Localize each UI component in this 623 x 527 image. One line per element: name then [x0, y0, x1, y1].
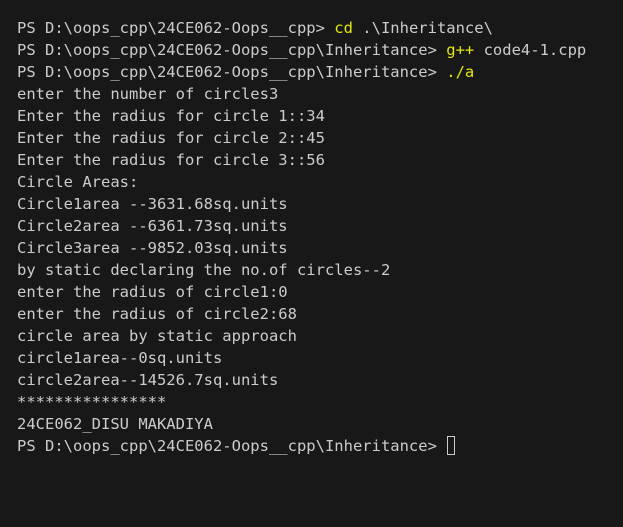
terminal-line-compile: PS D:\oops_cpp\24CE062-Oops__cpp\Inherit… [17, 39, 623, 61]
shell-prompt: PS D:\oops_cpp\24CE062-Oops__cpp\Inherit… [17, 41, 447, 59]
output-line: circle1area--0sq.units [17, 349, 223, 367]
output-line: Enter the radius for circle 3::56 [17, 151, 325, 169]
output-line: 24CE062_DISU MAKADIYA [17, 415, 213, 433]
terminal-panel[interactable]: PS D:\oops_cpp\24CE062-Oops__cpp> cd .\I… [0, 0, 623, 527]
output-line: enter the radius of circle1:0 [17, 283, 288, 301]
command-name: ./a [446, 63, 475, 81]
output-line: Enter the radius for circle 1::34 [17, 107, 325, 125]
output-line: Enter the radius for circle 2::45 [17, 129, 325, 147]
shell-prompt: PS D:\oops_cpp\24CE062-Oops__cpp> [17, 19, 335, 37]
command-args: .\Inheritance\ [352, 19, 493, 37]
terminal-line-current[interactable]: PS D:\oops_cpp\24CE062-Oops__cpp\Inherit… [17, 435, 623, 457]
output-line: Circle2area --6361.73sq.units [17, 217, 288, 235]
output-line: circle2area--14526.7sq.units [17, 371, 279, 389]
output-line: Circle3area --9852.03sq.units [17, 239, 288, 257]
output-line: Circle1area --3631.68sq.units [17, 195, 288, 213]
command-args: code4-1.cpp [474, 41, 587, 59]
shell-prompt: PS D:\oops_cpp\24CE062-Oops__cpp\Inherit… [17, 63, 447, 81]
terminal-line-run: PS D:\oops_cpp\24CE062-Oops__cpp\Inherit… [17, 61, 623, 83]
output-line: **************** [17, 393, 167, 411]
shell-prompt: PS D:\oops_cpp\24CE062-Oops__cpp\Inherit… [17, 437, 447, 455]
output-line: enter the radius of circle2:68 [17, 305, 297, 323]
output-line: Circle Areas: [17, 173, 139, 191]
terminal-line-cd: PS D:\oops_cpp\24CE062-Oops__cpp> cd .\I… [17, 17, 623, 39]
output-line: circle area by static approach [17, 327, 297, 345]
text-cursor[interactable] [447, 436, 456, 455]
output-line: by static declaring the no.of circles--2 [17, 261, 391, 279]
command-name: cd [334, 19, 353, 37]
output-line: enter the number of circles3 [17, 85, 279, 103]
command-name: g++ [446, 41, 475, 59]
